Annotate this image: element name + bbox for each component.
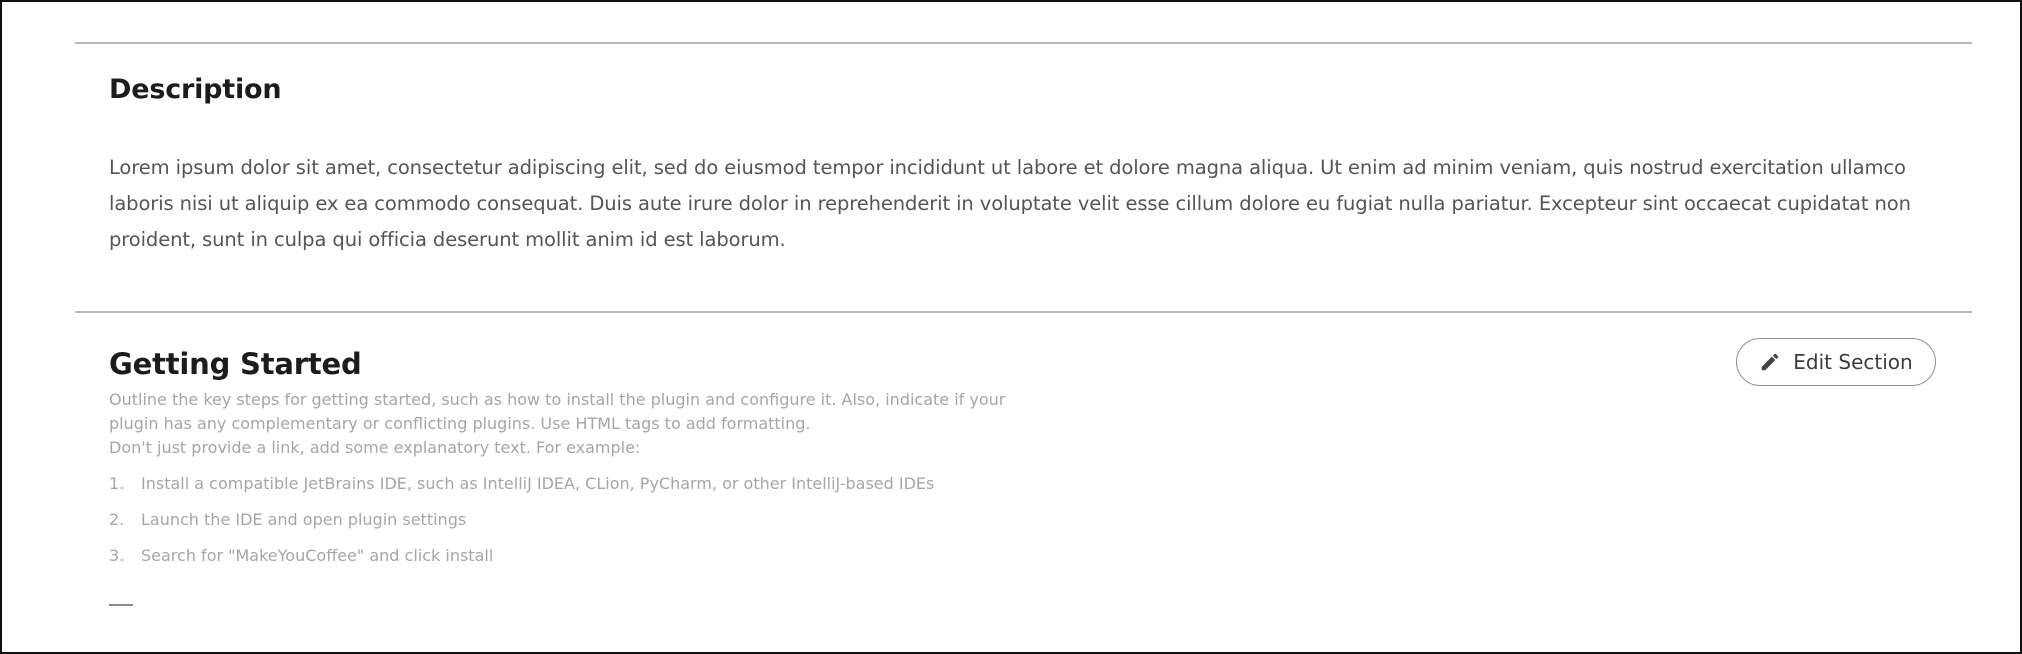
description-text: Lorem ipsum dolor sit amet, consectetur … xyxy=(109,156,1911,251)
edit-section-button[interactable]: Edit Section xyxy=(1736,338,1936,386)
hint-example-intro: Don't just provide a link, add some expl… xyxy=(109,438,641,457)
step-text: Install a compatible JetBrains IDE, such… xyxy=(141,474,935,493)
step-number: 3. xyxy=(109,546,125,565)
list-item: 3. Search for "MakeYouCoffee" and click i… xyxy=(109,543,934,579)
getting-started-hint: Outline the key steps for getting starte… xyxy=(109,388,1009,460)
pencil-icon xyxy=(1759,351,1781,373)
section-divider xyxy=(75,311,1972,313)
getting-started-heading: Getting Started xyxy=(109,347,362,381)
step-text: Launch the IDE and open plugin settings xyxy=(141,510,467,529)
trailing-dash xyxy=(109,604,133,606)
top-divider xyxy=(75,42,1972,44)
edit-section-label: Edit Section xyxy=(1793,350,1913,374)
example-steps-list: 1. Install a compatible JetBrains IDE, su… xyxy=(109,471,934,579)
step-number: 1. xyxy=(109,474,125,493)
description-heading: Description xyxy=(109,74,282,105)
list-item: 2. Launch the IDE and open plugin setting… xyxy=(109,507,934,543)
step-number: 2. xyxy=(109,510,125,529)
hint-paragraph: Outline the key steps for getting starte… xyxy=(109,390,1006,433)
list-item: 1. Install a compatible JetBrains IDE, su… xyxy=(109,471,934,507)
plugin-page-frame: Description Lorem ipsum dolor sit amet, … xyxy=(0,0,2022,654)
step-text: Search for "MakeYouCoffee" and click ins… xyxy=(141,546,494,565)
